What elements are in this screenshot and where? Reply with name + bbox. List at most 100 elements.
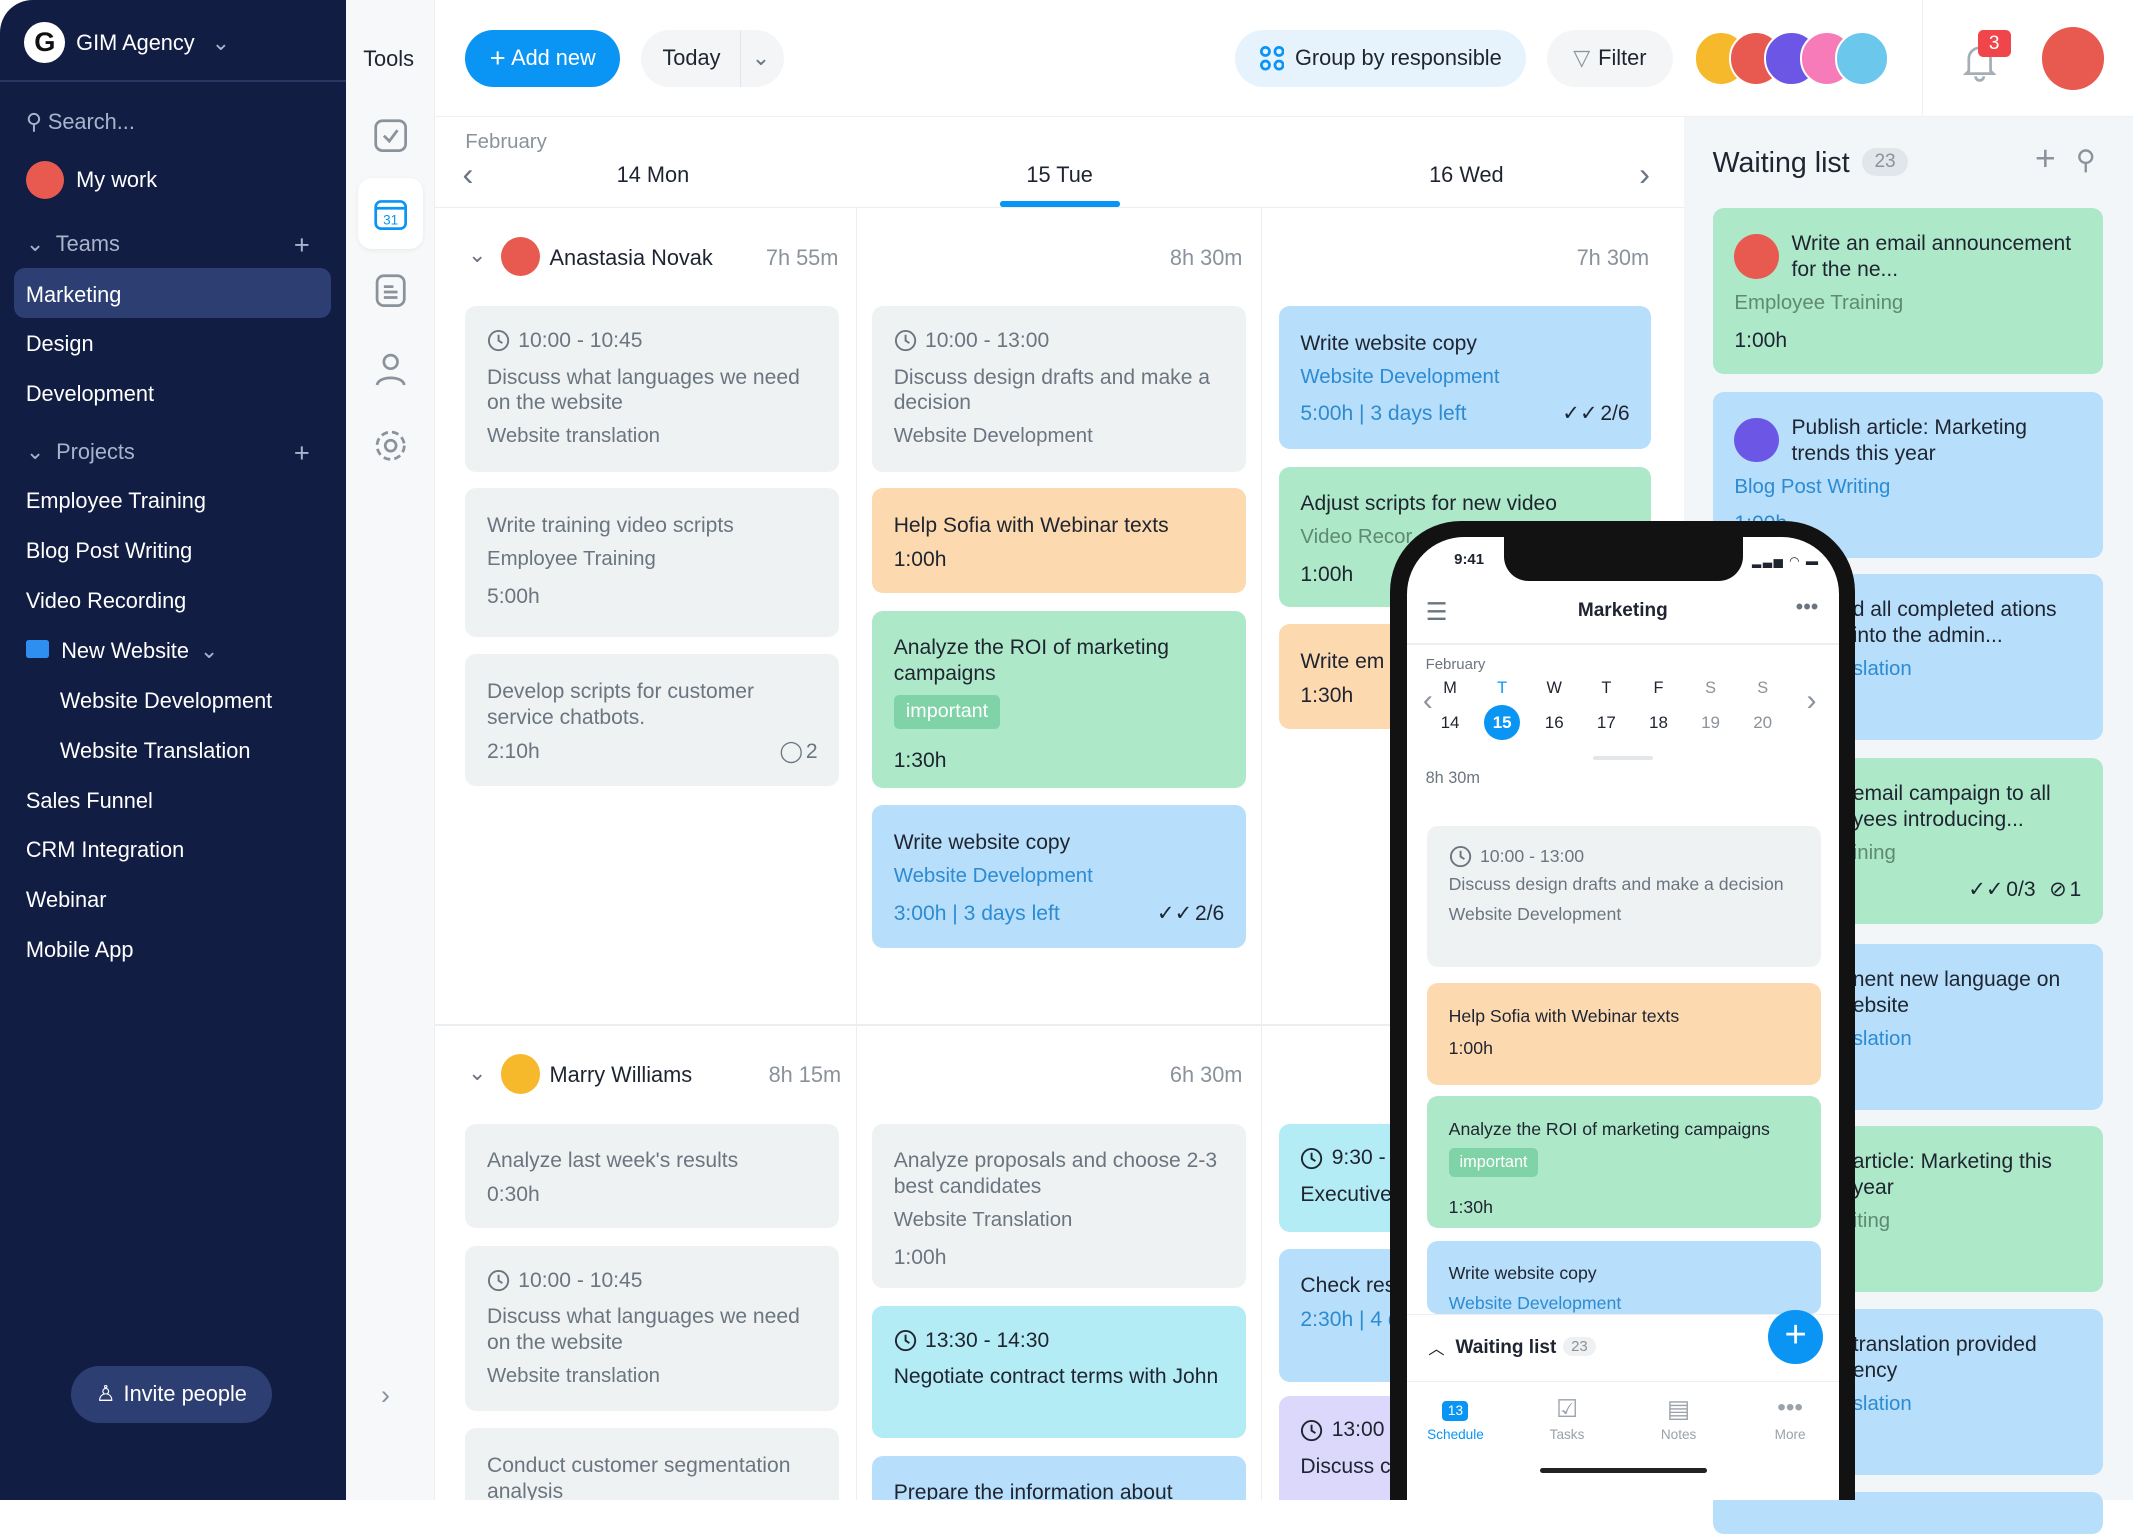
task-card[interactable]: Write website copy Website Development 5:0…: [1278, 306, 1652, 449]
task-card[interactable]: Prepare the information about: [871, 1455, 1247, 1501]
more-icon[interactable]: •••: [1796, 594, 1819, 620]
next-week-button[interactable]: ›: [1806, 684, 1816, 718]
my-work-link[interactable]: My work: [76, 167, 157, 193]
tab-notes[interactable]: ▤ Notes: [1638, 1394, 1720, 1442]
sidebar-item-project[interactable]: Blog Post Writing: [26, 538, 192, 564]
avatar: [1734, 417, 1780, 463]
task-card[interactable]: Develop scripts for customer service cha…: [465, 654, 840, 787]
expand-chevron-icon[interactable]: ›: [381, 1379, 390, 1411]
sidebar-folder-new-website[interactable]: New Website ⌄: [25, 638, 218, 664]
date-cell[interactable]: 18: [1641, 705, 1676, 740]
task-project: Website Translation: [893, 1208, 1073, 1231]
add-fab[interactable]: +: [1768, 1309, 1823, 1365]
task-card[interactable]: Help Sofia with Webinar texts 1:00h: [871, 488, 1247, 594]
add-team-button[interactable]: +: [294, 229, 310, 261]
tab-label: Tasks: [1549, 1426, 1585, 1442]
user-icon[interactable]: [373, 351, 408, 386]
settings-icon[interactable]: [373, 428, 408, 463]
tab-label: More: [1774, 1426, 1806, 1442]
task-footer: 1:00h: [1449, 1037, 1800, 1060]
task-card[interactable]: 13:30 - 14:30 Negotiate contract terms wi…: [871, 1305, 1247, 1438]
sidebar-item-subproject[interactable]: Website Translation: [60, 738, 251, 764]
month-label: February: [1425, 655, 1486, 673]
chevron-down-icon: ⌄: [211, 29, 230, 55]
task-footer: 0:30h: [487, 1182, 818, 1208]
sidebar-item-subproject[interactable]: Website Development: [60, 688, 272, 714]
tasks-icon[interactable]: [373, 118, 408, 153]
teams-section-toggle[interactable]: ⌄ Teams: [26, 231, 120, 257]
tab-tasks[interactable]: ☑ Tasks: [1526, 1394, 1608, 1442]
task-card[interactable]: Analyze last week's results 0:30h: [465, 1123, 840, 1229]
task-title: Write an email announcement for the ne..…: [1791, 232, 2072, 282]
task-card[interactable]: Write website copyWebsite Development3:0…: [1426, 1240, 1822, 1315]
column-divider: [855, 208, 857, 1501]
task-card[interactable]: 10:00 - 10:45 Discuss what languages we n…: [465, 306, 840, 473]
task-hours: 5:00h | 3 days left: [1300, 402, 1467, 426]
task-card[interactable]: Write an email announcement for the ne..…: [1712, 208, 2104, 375]
drag-handle[interactable]: [1592, 756, 1653, 761]
prev-week-button[interactable]: ‹: [1423, 684, 1433, 718]
task-card[interactable]: Analyze the ROI of marketing campaigns im…: [1426, 1096, 1822, 1229]
user-avatar[interactable]: [2041, 27, 2105, 90]
task-card[interactable]: Write training video scripts Employee Tra…: [465, 488, 840, 637]
tab-schedule[interactable]: 13 Schedule: [1415, 1394, 1497, 1442]
task-card[interactable]: 10:00 - 13:00 Discuss design drafts and m…: [1426, 825, 1822, 968]
sidebar-item-team[interactable]: Marketing: [26, 282, 122, 308]
add-new-button[interactable]: + Add new: [465, 29, 621, 88]
day-tab-active[interactable]: 15 Tue: [856, 162, 1264, 188]
day-tab[interactable]: 16 Wed: [1262, 162, 1670, 188]
today-button[interactable]: Today ⌄: [640, 29, 784, 88]
task-title: Analyze the ROI of marketing campaigns: [893, 636, 1170, 686]
task-time: 10:00 - 13:00: [894, 328, 1225, 354]
clock-icon: [1301, 1147, 1323, 1169]
add-project-button[interactable]: +: [294, 437, 310, 469]
task-title: Write website copy: [1300, 331, 1477, 355]
date-cell[interactable]: 16: [1537, 705, 1572, 740]
date-cell[interactable]: 20: [1745, 705, 1780, 740]
task-hours: 2:10h: [486, 739, 540, 763]
task-card[interactable]: 10:00 - 10:45 Discuss what languages we n…: [465, 1246, 840, 1411]
task-card[interactable]: 10:00 - 13:00 Discuss design drafts and m…: [871, 306, 1247, 473]
group-by-button[interactable]: Group by responsible: [1235, 29, 1527, 88]
projects-section-toggle[interactable]: ⌄ Projects: [26, 439, 135, 465]
task-card[interactable]: Conduct customer segmentation analysis: [465, 1428, 840, 1501]
group-icon: [1259, 46, 1285, 71]
sidebar-item-project[interactable]: Webinar: [26, 887, 107, 913]
task-card[interactable]: Analyze proposals and choose 2-3 best ca…: [871, 1123, 1247, 1289]
invite-people-button[interactable]: ♙ Invite people: [70, 1365, 273, 1423]
next-day-button[interactable]: ›: [1639, 155, 1650, 193]
search-input[interactable]: ⚲ Search...: [26, 109, 135, 135]
avatar: [500, 236, 541, 277]
sidebar-item-project[interactable]: Video Recording: [26, 588, 186, 614]
date-cell[interactable]: 17: [1589, 705, 1624, 740]
add-icon[interactable]: +: [2035, 139, 2056, 179]
task-card[interactable]: Help Sofia with Webinar texts 1:00h: [1426, 983, 1822, 1086]
notes-icon[interactable]: [373, 273, 408, 308]
task-time: 10:00 - 13:00: [1449, 845, 1800, 868]
sidebar-item-team[interactable]: Design: [26, 331, 94, 357]
task-card[interactable]: Analyze the ROI of marketing campaigns im…: [871, 610, 1247, 788]
sidebar-item-project[interactable]: Employee Training: [26, 488, 206, 514]
calendar-icon[interactable]: 31: [373, 196, 408, 231]
day-tab[interactable]: 14 Mon: [449, 162, 857, 188]
sidebar-item-project[interactable]: CRM Integration: [26, 837, 184, 863]
date-selected[interactable]: 15: [1484, 704, 1520, 740]
task-card[interactable]: Write website copyWebsite Development3:0…: [871, 805, 1247, 949]
checklist-count: 2/6: [1194, 901, 1225, 925]
row-toggle[interactable]: ⌄: [468, 1060, 486, 1086]
row-toggle[interactable]: ⌄: [468, 242, 486, 268]
sidebar-item-project[interactable]: Mobile App: [26, 937, 134, 963]
sidebar-item-project[interactable]: Sales Funnel: [26, 788, 153, 814]
sidebar-item-team[interactable]: Development: [26, 381, 154, 407]
tab-more[interactable]: ••• More: [1749, 1394, 1831, 1442]
workspace-switcher[interactable]: GIM Agency ⌄: [76, 30, 230, 56]
divider: [1922, 0, 1924, 117]
avatar[interactable]: [1835, 31, 1890, 86]
sidebar: G GIM Agency ⌄ ⚲ Search... My work ⌄ Tea…: [0, 0, 346, 1500]
filter-button[interactable]: ▽ Filter: [1546, 29, 1674, 88]
clock-icon: [1301, 1419, 1323, 1441]
date-cell[interactable]: 14: [1432, 705, 1467, 740]
chevron-down-icon[interactable]: ⌄: [752, 45, 770, 71]
search-icon[interactable]: ⚲: [2076, 144, 2096, 176]
date-cell[interactable]: 19: [1693, 705, 1728, 740]
